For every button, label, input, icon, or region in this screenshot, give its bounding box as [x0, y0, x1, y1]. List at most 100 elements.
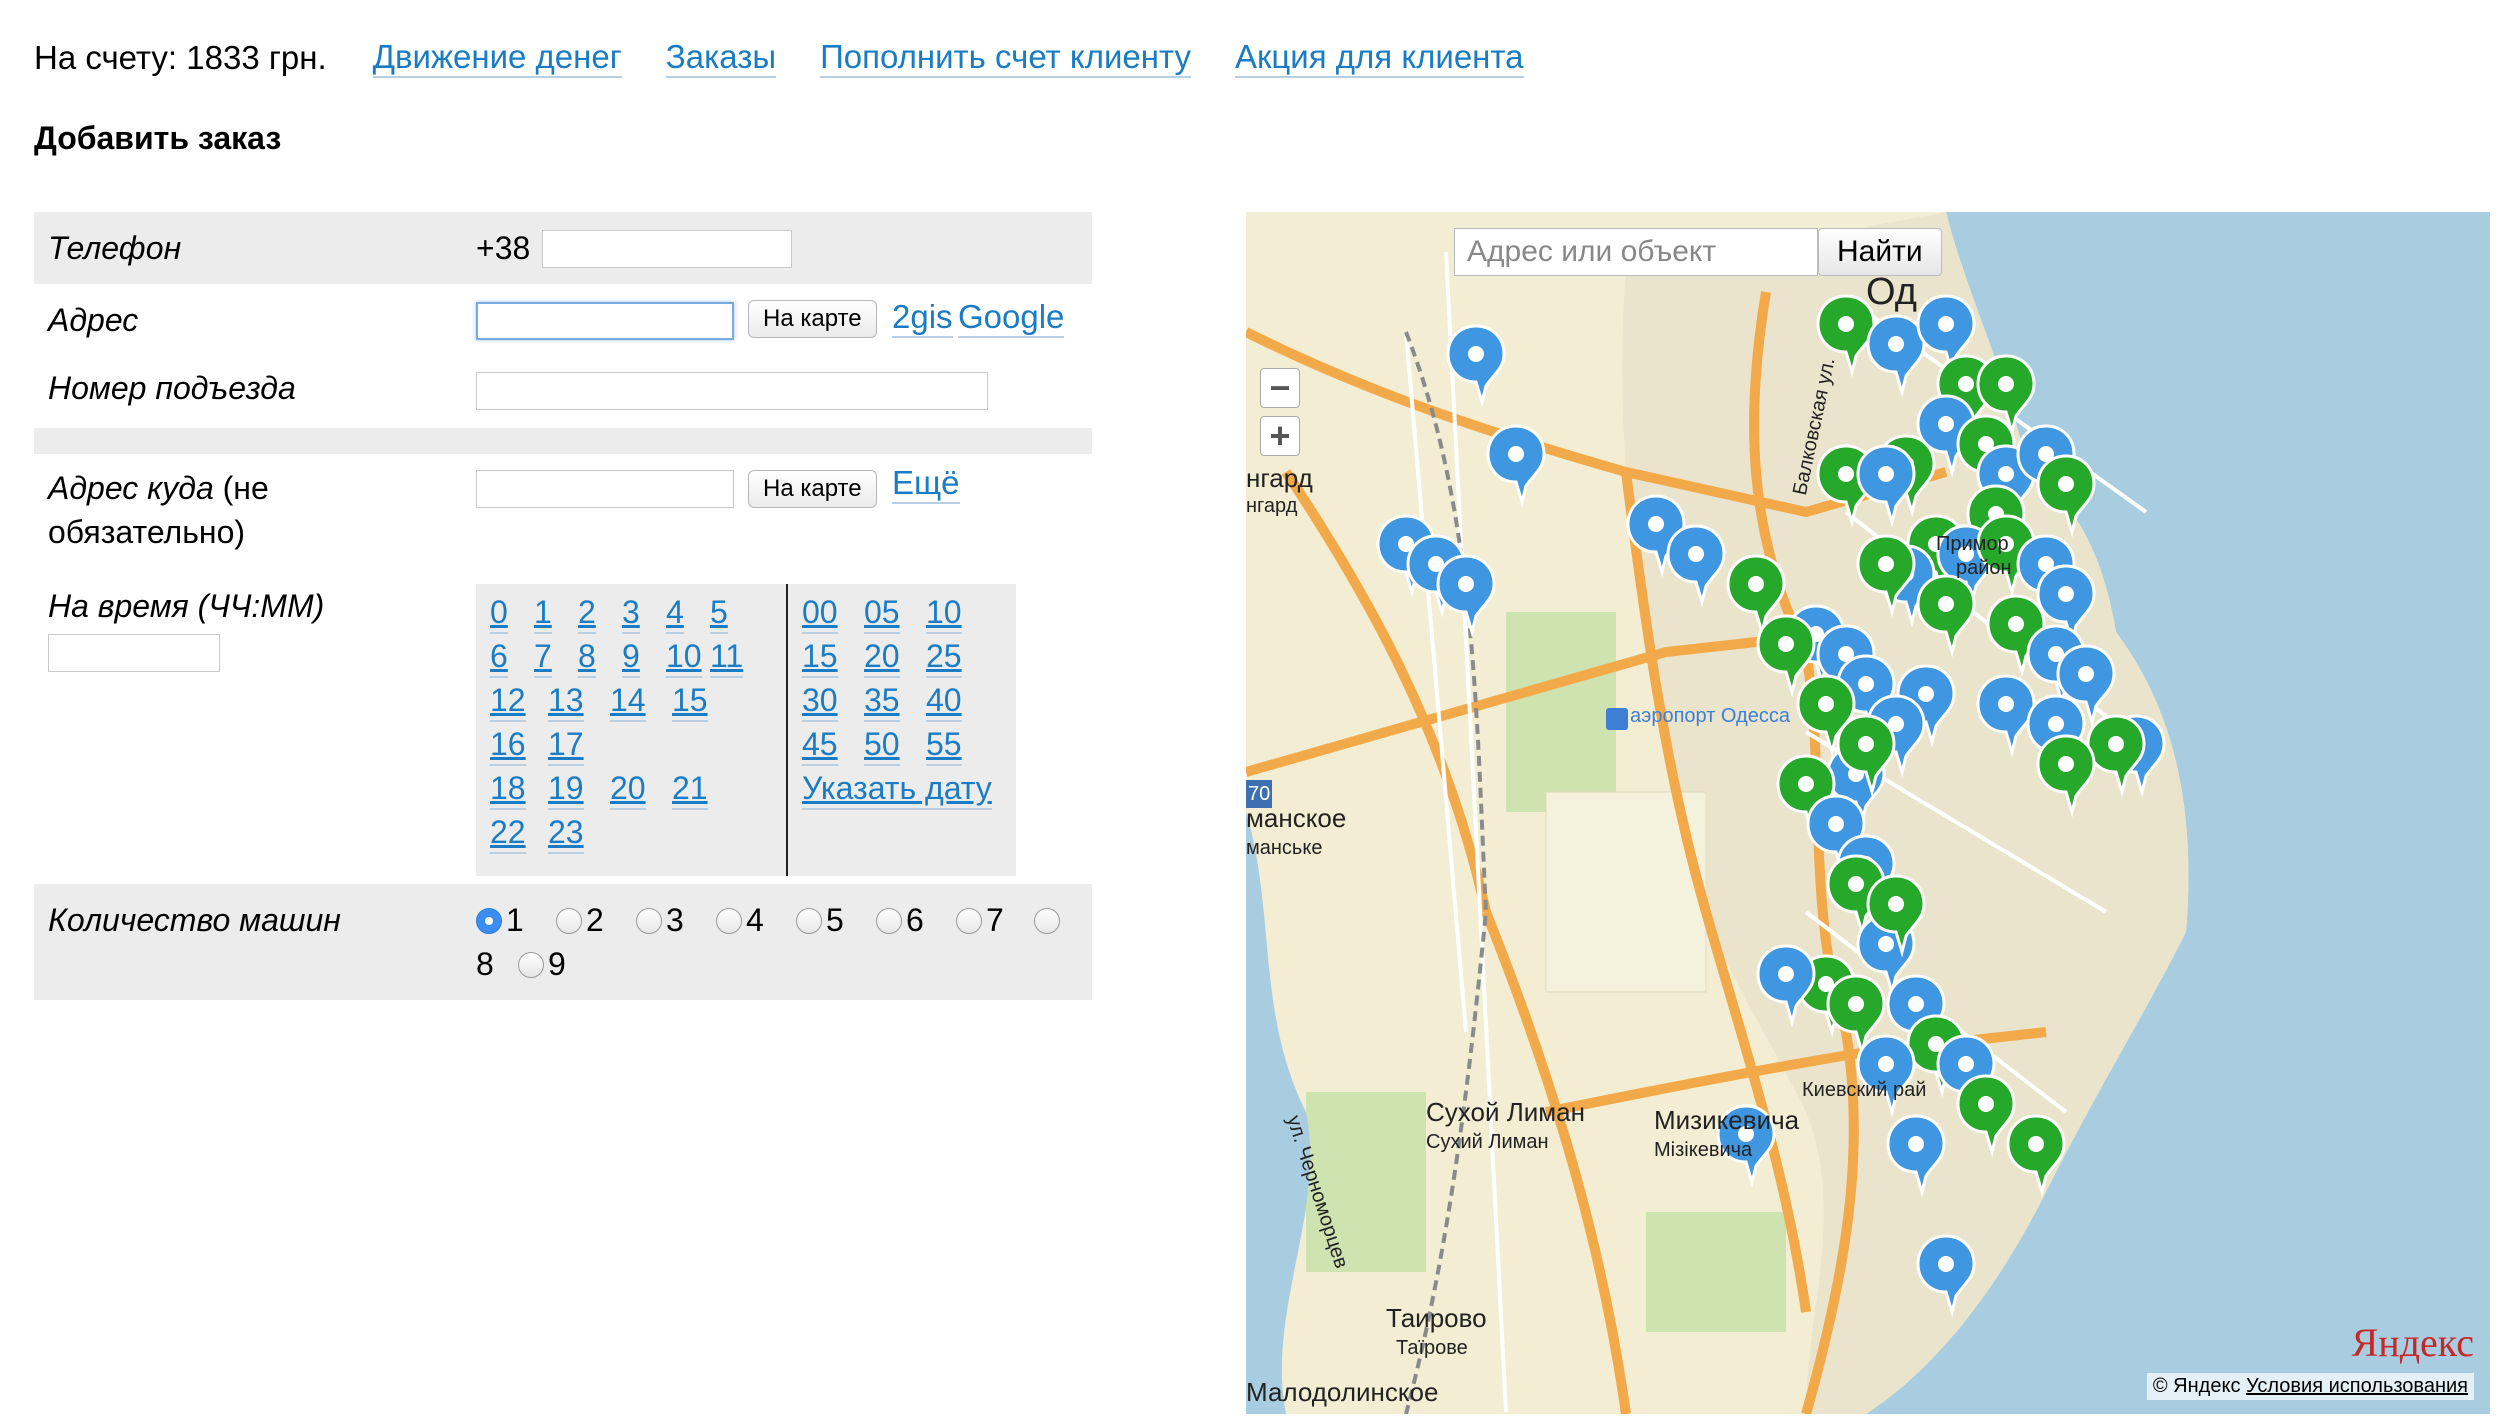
minute-option[interactable]: 15 [802, 636, 838, 678]
hour-option[interactable]: 10 [666, 636, 702, 678]
time-input[interactable] [48, 634, 220, 672]
hour-option[interactable]: 15 [672, 680, 708, 722]
cars-radio-label: 9 [548, 946, 566, 982]
cars-radio[interactable] [476, 908, 502, 934]
map-label-tairovo: Таирово [1386, 1303, 1487, 1333]
hour-option[interactable]: 7 [534, 636, 552, 678]
map-label-manskoe: манское [1246, 803, 1347, 833]
map-search-input[interactable]: Адрес или объект [1454, 228, 1818, 276]
destination-map-button[interactable]: На карте [748, 470, 877, 508]
car-icon [2048, 716, 2064, 732]
hour-option[interactable]: 11 [710, 636, 744, 678]
destination-input[interactable] [476, 470, 734, 508]
map-canvas[interactable] [1246, 212, 2490, 1414]
cars-radio[interactable] [956, 908, 982, 934]
taxi-pin-blue[interactable] [1486, 424, 1546, 508]
hour-option[interactable]: 6 [490, 636, 508, 678]
address-input[interactable] [476, 302, 734, 340]
car-icon [1458, 576, 1474, 592]
hour-option[interactable]: 12 [490, 680, 526, 722]
pick-date-link[interactable]: Указать дату [802, 768, 992, 810]
map-label-primorsky-rayon: район [1956, 557, 2012, 579]
car-icon [2008, 616, 2024, 632]
car-icon [1888, 336, 1904, 352]
map-widget[interactable]: Адрес или объект Найти − + Од нгард нгар… [1246, 212, 2490, 1414]
car-icon [1878, 556, 1894, 572]
map-search-button[interactable]: Найти [1818, 228, 1942, 276]
hour-option[interactable]: 0 [490, 592, 508, 634]
car-icon [1848, 996, 1864, 1012]
cars-radio[interactable] [636, 908, 662, 934]
hour-option[interactable]: 14 [610, 680, 646, 722]
cars-radio[interactable] [876, 908, 902, 934]
phone-input[interactable] [542, 230, 792, 268]
hour-option[interactable]: 23 [548, 812, 584, 854]
car-icon [1878, 936, 1894, 952]
car-icon [1938, 1256, 1954, 1272]
park-area [1646, 1212, 1786, 1332]
hour-option[interactable]: 4 [666, 592, 684, 634]
phone-prefix: +38 [476, 230, 531, 266]
minute-option[interactable]: 20 [864, 636, 900, 678]
map-label-airport: аэропорт Одесса [1630, 705, 1790, 727]
minute-option[interactable]: 10 [926, 592, 962, 634]
car-icon [1958, 376, 1974, 392]
link-topup-client[interactable]: Пополнить счет клиенту [820, 38, 1191, 78]
link-orders[interactable]: Заказы [665, 38, 777, 78]
minute-option[interactable]: 00 [802, 592, 838, 634]
link-money-movement[interactable]: Движение денег [372, 38, 622, 78]
destination-row: Адрес куда (не обязательно) На карте Ещё [34, 454, 1092, 584]
hour-option[interactable]: 1 [534, 592, 552, 634]
hour-option[interactable]: 19 [548, 768, 584, 810]
hour-option[interactable]: 21 [672, 768, 708, 810]
hour-option[interactable]: 17 [548, 724, 584, 766]
terms-link[interactable]: Условия использования [2246, 1375, 2468, 1397]
minute-option[interactable]: 25 [926, 636, 962, 678]
cars-radio[interactable] [716, 908, 742, 934]
cars-radio-label: 1 [506, 902, 524, 938]
car-icon [1648, 516, 1664, 532]
minute-option[interactable]: 45 [802, 724, 838, 766]
hour-option[interactable]: 20 [610, 768, 646, 810]
minute-option[interactable]: 40 [926, 680, 962, 722]
car-icon [1798, 776, 1814, 792]
hour-option[interactable]: 18 [490, 768, 526, 810]
link-client-promo[interactable]: Акция для клиента [1234, 38, 1524, 78]
minute-option[interactable]: 35 [864, 680, 900, 722]
cars-radio[interactable] [518, 952, 544, 978]
car-icon [1858, 676, 1874, 692]
entrance-input[interactable] [476, 372, 988, 410]
cars-radio[interactable] [796, 908, 822, 934]
car-icon [1888, 896, 1904, 912]
hour-option[interactable]: 16 [490, 724, 526, 766]
zoom-out-button[interactable]: − [1260, 368, 1300, 408]
zoom-in-button[interactable]: + [1260, 416, 1300, 456]
hour-option[interactable]: 13 [548, 680, 584, 722]
hour-option[interactable]: 5 [710, 592, 728, 634]
address-map-button[interactable]: На карте [748, 300, 877, 338]
minute-option[interactable]: 55 [926, 724, 962, 766]
cars-radio[interactable] [1034, 908, 1060, 934]
hour-option[interactable]: 8 [578, 636, 596, 678]
minute-option[interactable]: 50 [864, 724, 900, 766]
cars-radio[interactable] [556, 908, 582, 934]
hour-option[interactable]: 3 [622, 592, 640, 634]
car-icon [1998, 376, 2014, 392]
taxi-pin-blue[interactable] [1446, 324, 1506, 408]
map-label-manske: манське [1246, 837, 1323, 859]
car-icon [1778, 636, 1794, 652]
car-icon [1838, 316, 1854, 332]
hour-option[interactable]: 2 [578, 592, 596, 634]
minute-option[interactable]: 05 [864, 592, 900, 634]
car-icon [2058, 476, 2074, 492]
car-icon [1818, 696, 1834, 712]
map-label-angard: нгард [1246, 463, 1313, 493]
link-google[interactable]: Google [958, 298, 1065, 338]
car-icon [1858, 736, 1874, 752]
link-2gis[interactable]: 2gis [892, 298, 953, 338]
destination-more-link[interactable]: Ещё [892, 464, 960, 504]
form-separator [34, 428, 1092, 454]
hour-option[interactable]: 9 [622, 636, 640, 678]
minute-option[interactable]: 30 [802, 680, 838, 722]
hour-option[interactable]: 22 [490, 812, 526, 854]
